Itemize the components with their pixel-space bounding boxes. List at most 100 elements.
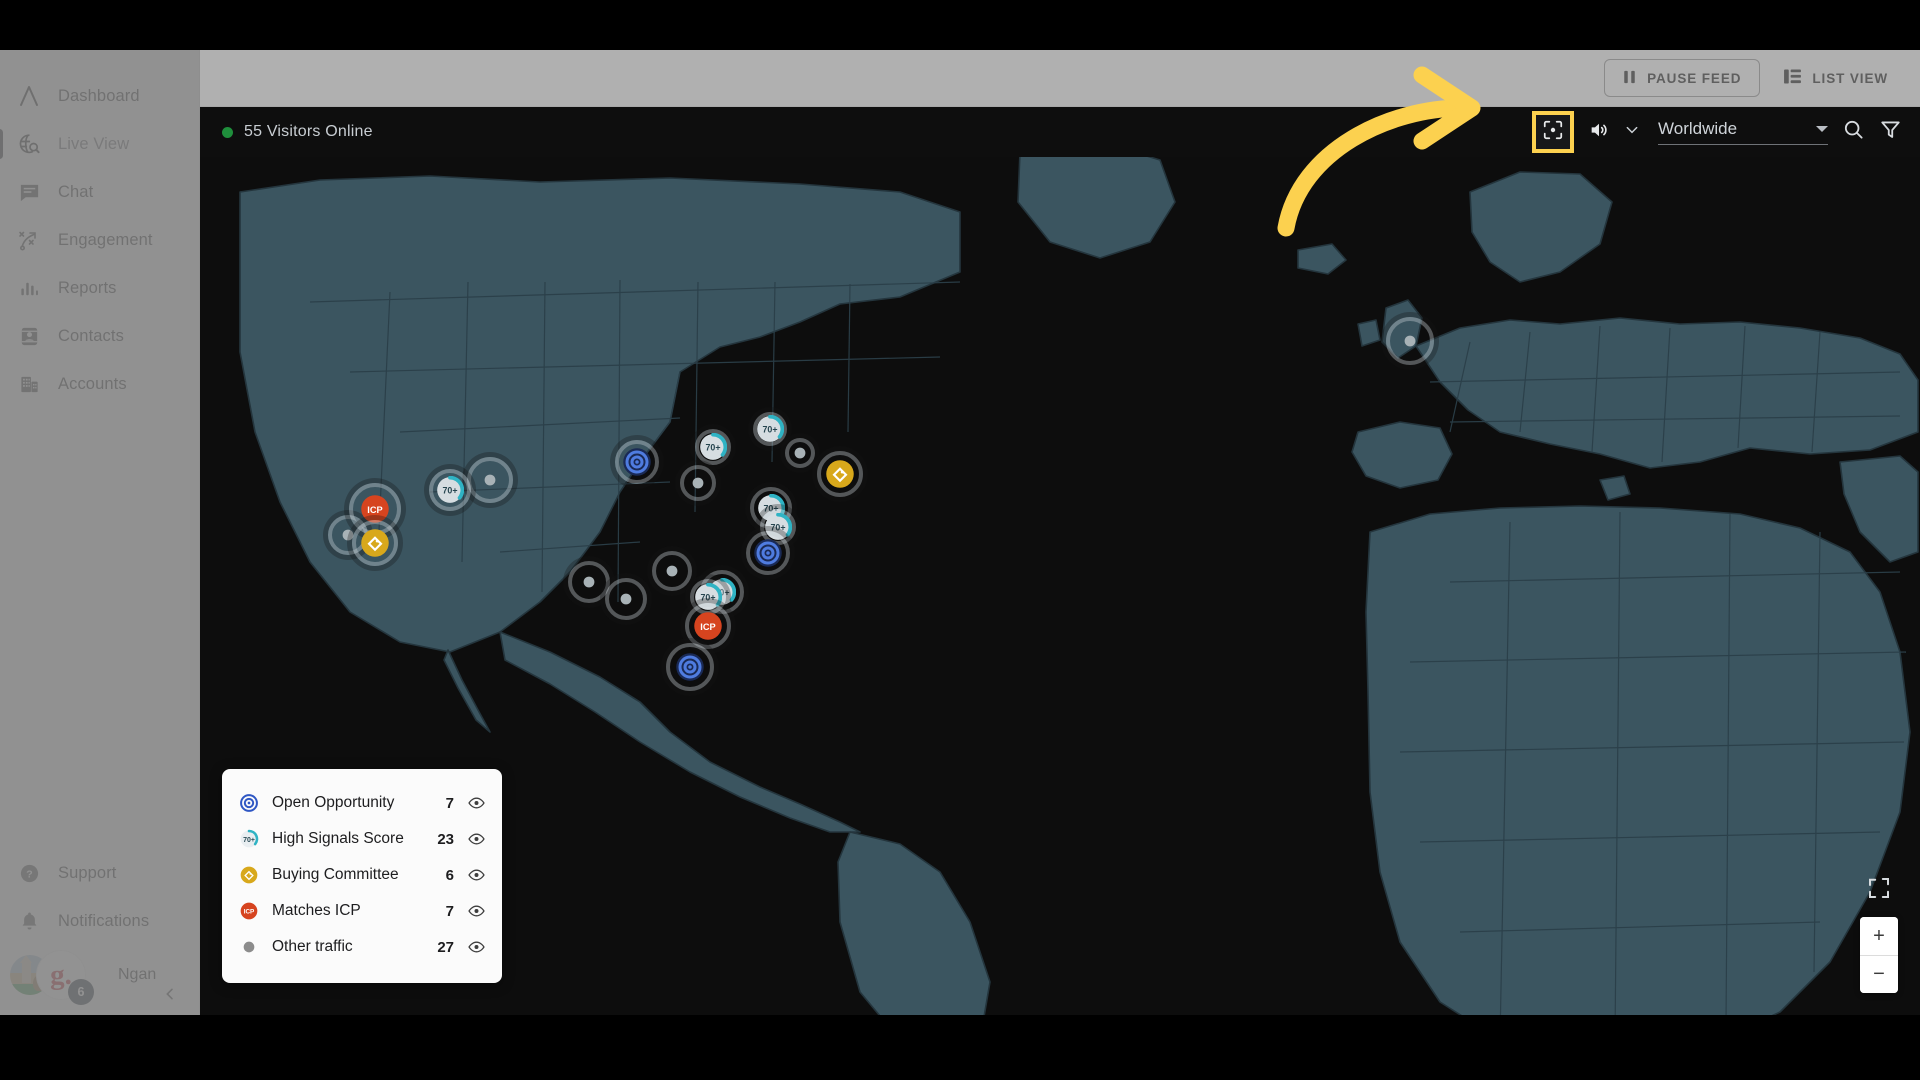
map-marker-score[interactable]: 70+ [753, 412, 787, 447]
marker-pin [663, 562, 681, 580]
target-icon [238, 792, 260, 814]
map-marker-icp[interactable]: ICP [685, 602, 731, 649]
marker-pin [689, 474, 707, 492]
sidebar-item-support[interactable]: ? Support [0, 849, 199, 897]
sidebar: Dashboard Live View Chat Engagement Repo… [0, 50, 200, 1015]
search-button[interactable] [1842, 118, 1865, 146]
zoom-out-button[interactable]: − [1860, 955, 1898, 993]
visitors-online: 55 Visitors Online [222, 123, 373, 141]
legend-row[interactable]: Buying Committee 6 [238, 857, 486, 893]
eye-icon[interactable] [466, 796, 486, 810]
tag-icon [238, 864, 260, 886]
sidebar-item-live-view[interactable]: Live View [0, 120, 199, 168]
chevron-down-icon [1624, 122, 1640, 143]
legend-row[interactable]: Open Opportunity 7 [238, 785, 486, 821]
svg-text:70+: 70+ [762, 425, 777, 435]
sidebar-item-chat[interactable]: Chat [0, 168, 199, 216]
eye-icon[interactable] [466, 940, 486, 954]
pause-feed-label: PAUSE FEED [1647, 70, 1742, 86]
map-marker-icp[interactable]: ICP [349, 482, 401, 535]
zoom-controls: + − [1860, 917, 1898, 993]
eye-icon[interactable] [466, 832, 486, 846]
fullscreen-button[interactable] [1867, 876, 1891, 905]
svg-text:ICP: ICP [700, 621, 715, 631]
list-view-button[interactable]: LIST VIEW [1778, 59, 1894, 97]
sidebar-item-accounts[interactable]: Accounts [0, 360, 199, 408]
sidebar-item-engagement[interactable]: Engagement [0, 216, 199, 264]
svg-text:70+: 70+ [705, 443, 720, 453]
marker-pin: 70+ [436, 475, 464, 504]
map-marker-other[interactable] [652, 550, 692, 591]
contact-card-icon [16, 323, 42, 349]
map-header: 55 Visitors Online Worldwide [200, 107, 1920, 157]
map-marker-score[interactable]: 70+ [429, 468, 471, 511]
list-icon [1784, 69, 1802, 87]
svg-text:ICP: ICP [244, 909, 255, 916]
marker-pin [481, 471, 499, 489]
bell-icon [16, 908, 42, 934]
filter-button[interactable] [1879, 118, 1902, 146]
online-status-dot [222, 126, 233, 138]
marker-pin: ICP [693, 611, 723, 641]
map-canvas[interactable]: ICP 70+ 70+ 70+ 70+ 70+ 70+ 70+ ICP Open Opportu… [200, 157, 1920, 1015]
filter-icon [1879, 118, 1902, 146]
sidebar-item-label: Accounts [58, 374, 127, 393]
marker-pin [1401, 332, 1419, 350]
sidebar-item-reports[interactable]: Reports [0, 264, 199, 312]
sidebar-item-label: Notifications [58, 911, 150, 930]
sidebar-item-dashboard[interactable]: Dashboard [0, 72, 199, 120]
svg-text:70+: 70+ [243, 837, 255, 844]
marker-pin [753, 538, 783, 568]
sidebar-bottom-nav: ? Support Notifications g. 6 Ngan [0, 849, 199, 1015]
visitors-online-label: 55 Visitors Online [244, 123, 373, 140]
legend-label: Open Opportunity [272, 794, 395, 811]
help-circle-icon: ? [16, 860, 42, 886]
marker-pin [360, 528, 390, 558]
legend-row[interactable]: Other traffic 27 [238, 929, 486, 965]
logo-lambda-icon [16, 83, 42, 109]
map-marker-score[interactable]: 70+ [695, 429, 731, 466]
legend-count: 7 [445, 794, 454, 812]
legend-row[interactable]: 70+ High Signals Score 23 [238, 821, 486, 857]
map-marker-other[interactable] [605, 578, 647, 621]
sidebar-item-notifications[interactable]: Notifications [0, 897, 199, 945]
marker-pin [675, 652, 705, 682]
sound-button[interactable] [1588, 119, 1610, 146]
map-marker-tag[interactable] [352, 520, 398, 567]
map-marker-other[interactable] [680, 465, 716, 501]
legend-row[interactable]: ICP Matches ICP 7 [238, 893, 486, 929]
chevron-left-icon[interactable] [157, 981, 183, 1007]
sound-dropdown-button[interactable] [1624, 122, 1640, 143]
search-icon [1842, 118, 1865, 146]
sidebar-item-contacts[interactable]: Contacts [0, 312, 199, 360]
fullscreen-icon [1867, 878, 1891, 904]
eye-icon[interactable] [466, 868, 486, 882]
eye-icon[interactable] [466, 904, 486, 918]
region-select[interactable]: Worldwide [1658, 119, 1828, 145]
svg-text:70+: 70+ [442, 485, 457, 495]
app-root: Dashboard Live View Chat Engagement Repo… [0, 50, 1920, 1015]
pause-feed-button[interactable]: PAUSE FEED [1604, 59, 1761, 97]
dot-icon [238, 936, 260, 958]
map-marker-target[interactable] [745, 530, 790, 575]
map-marker-other[interactable] [568, 561, 610, 604]
sidebar-item-label: Support [58, 863, 117, 882]
map-marker-other[interactable] [467, 457, 513, 504]
map-marker-other[interactable] [785, 437, 815, 468]
legend-label: High Signals Score [272, 830, 404, 847]
map-marker-tag[interactable] [816, 451, 863, 498]
sidebar-item-label: Contacts [58, 326, 124, 345]
map-marker-target[interactable] [615, 440, 659, 485]
marker-pin [580, 573, 598, 591]
sidebar-item-label: Engagement [58, 230, 153, 249]
map-header-controls: Worldwide [1532, 111, 1902, 153]
sidebar-item-label: Chat [58, 182, 94, 201]
globe-search-icon [16, 131, 42, 157]
zoom-in-button[interactable]: + [1860, 917, 1898, 955]
map-marker-target[interactable] [666, 643, 714, 692]
map-marker-other[interactable] [1386, 317, 1434, 366]
focus-target-button[interactable] [1532, 111, 1574, 153]
top-toolbar: PAUSE FEED LIST VIEW [200, 50, 1920, 107]
list-view-label: LIST VIEW [1812, 70, 1888, 86]
legend-count: 27 [437, 938, 454, 956]
